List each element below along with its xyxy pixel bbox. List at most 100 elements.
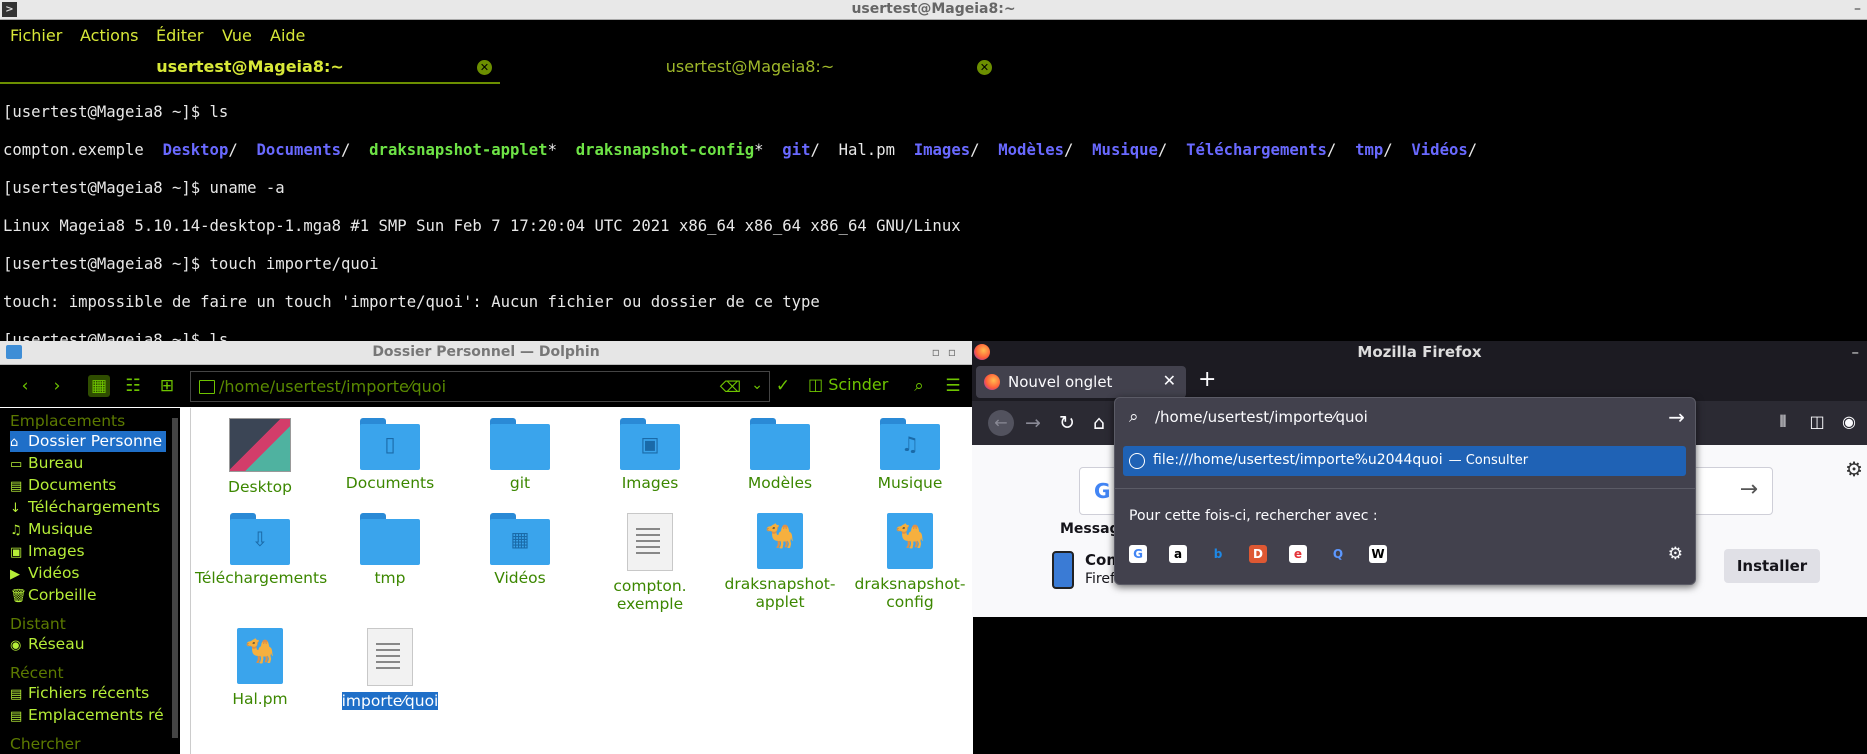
hamburger-menu-icon[interactable]: ☰ [942, 375, 964, 397]
url-suggestion[interactable]: file:///home/usertest/importe%u2044quoi —… [1123, 446, 1686, 476]
file-name: Documents [345, 474, 435, 492]
terminal-line: touch: impossible de faire un touch 'imp… [3, 293, 820, 311]
install-button[interactable]: Installer [1724, 549, 1820, 583]
sidebar-section-label: Emplacements [10, 412, 126, 430]
divider [1115, 488, 1695, 489]
url-input[interactable]: ⌕ /home/usertest/importe⁄quoi → [1115, 398, 1695, 438]
google-engine-icon[interactable]: G [1129, 545, 1147, 563]
terminal-menu-icon[interactable]: > [2, 2, 17, 17]
file-item[interactable]: ▣ Images [585, 418, 715, 492]
file-item[interactable]: git [455, 418, 585, 492]
split-icon: ◫ [808, 375, 824, 394]
qwant-engine-icon[interactable]: Q [1329, 545, 1347, 563]
ebay-engine-icon[interactable]: e [1289, 545, 1307, 563]
sidebar-item[interactable]: ▤ Emplacements ré [10, 705, 166, 726]
sidebar-item[interactable]: ▶ Vidéos [10, 563, 166, 584]
sidebar-item[interactable]: ▤ Fichiers récents [10, 683, 166, 704]
account-icon[interactable]: ◉ [1838, 412, 1860, 431]
search-go-icon[interactable]: → [1740, 477, 1758, 502]
go-arrow-icon[interactable]: → [1668, 405, 1685, 429]
forward-icon[interactable]: › [46, 375, 68, 397]
sidebar-item[interactable]: ↓ Téléchargements [10, 497, 166, 518]
file-item[interactable]: tmp [325, 513, 455, 587]
folder-icon: ⇩ [230, 513, 290, 565]
folder-icon [490, 418, 550, 470]
folder-icon: ▣ [620, 418, 680, 470]
minimize-icon[interactable]: – [1854, 0, 1861, 19]
file-item[interactable]: ⇩ Téléchargements [195, 513, 328, 587]
file-item[interactable]: compton. exemple [585, 513, 715, 613]
new-tab-plus-icon[interactable]: + [1198, 367, 1216, 392]
ls-entry: git [782, 141, 811, 159]
sidebar-icon[interactable]: ◫ [1806, 412, 1828, 431]
search-icon[interactable]: ⌕ [908, 375, 930, 397]
terminal-tab-2[interactable]: usertest@Mageia8:~ ✕ [500, 52, 1000, 82]
ls-entry: compton.exemple [3, 141, 144, 159]
menu-aide[interactable]: Aide [270, 26, 305, 45]
sidebar-item[interactable]: ▭ Bureau [10, 453, 166, 474]
sidebar-item[interactable]: ◉ Réseau [10, 634, 166, 655]
file-item[interactable]: 🐪 draksnapshot- config [845, 513, 975, 611]
page-settings-gear-icon[interactable]: ⚙ [1845, 457, 1863, 481]
window-controls[interactable]: ▫▫ [932, 341, 964, 364]
sidebar-item[interactable]: 🗑Corbeille [10, 585, 166, 606]
file-view[interactable]: Desktop ▯ Documents git ▣ Images Modèles ♫ Musiq… [190, 408, 973, 754]
back-icon[interactable]: ← [988, 410, 1014, 436]
file-item[interactable]: ♫ Musique [845, 418, 975, 492]
file-item[interactable]: Desktop [195, 418, 325, 496]
tab-label: Nouvel onglet [1008, 373, 1113, 391]
file-name: Desktop [228, 478, 292, 496]
split-button[interactable]: ◫ Scinder [808, 375, 888, 394]
sidebar-item-icon: ▣ [10, 545, 23, 560]
sidebar-item[interactable]: ♫ Musique [10, 519, 166, 540]
file-item[interactable]: Modèles [715, 418, 845, 492]
sidebar-item[interactable]: ▣ Images [10, 541, 166, 562]
file-name: importe⁄quoi [341, 692, 439, 710]
file-name: Téléchargements [195, 569, 328, 587]
sidebar-item-label: Images [28, 542, 85, 560]
minimize-icon[interactable]: – [1852, 341, 1860, 363]
location-path: /home/usertest/importe⁄quoi [219, 377, 447, 396]
firefox-window-title: Mozilla Firefox [1357, 343, 1482, 361]
sidebar-scrollbar[interactable] [172, 418, 178, 738]
chevron-down-icon[interactable]: ⌄ [751, 377, 763, 393]
sidebar-item-icon: ▶ [10, 567, 20, 582]
close-tab-icon[interactable]: ✕ [1163, 371, 1176, 390]
file-item[interactable]: 🐪 draksnapshot- applet [715, 513, 845, 611]
menu-actions[interactable]: Actions [80, 26, 138, 45]
sidebar-item-label: Bureau [28, 454, 84, 472]
close-tab-icon[interactable]: ✕ [977, 60, 992, 75]
clear-location-icon[interactable]: ⌫ [720, 378, 741, 396]
menu-vue[interactable]: Vue [222, 26, 252, 45]
dolphin-titlebar: Dossier Personnel — Dolphin ▫▫ [0, 341, 972, 365]
library-icon[interactable]: ⫴ [1772, 412, 1794, 432]
compact-view-icon[interactable]: ☷ [122, 375, 144, 397]
close-tab-icon[interactable]: ✕ [477, 60, 492, 75]
sidebar-item[interactable]: ▤ Documents [10, 475, 166, 496]
file-item[interactable]: importe⁄quoi [325, 628, 455, 710]
search-settings-gear-icon[interactable]: ⚙ [1668, 544, 1683, 564]
wikipedia-engine-icon[interactable]: W [1369, 545, 1387, 563]
file-name: Hal.pm [232, 690, 288, 708]
sidebar-item-label: Téléchargements [28, 498, 161, 516]
menu-editer[interactable]: Éditer [156, 26, 203, 45]
tab-nouvel-onglet[interactable]: Nouvel onglet ✕ [976, 366, 1186, 398]
terminal-tab-1[interactable]: usertest@Mageia8:~ ✕ [0, 52, 500, 84]
menu-fichier[interactable]: Fichier [10, 26, 62, 45]
reload-icon[interactable]: ↻ [1056, 412, 1078, 434]
terminal-line: Linux Mageia8 5.10.14-desktop-1.mga8 #1 … [3, 217, 961, 235]
back-icon[interactable]: ‹ [14, 375, 36, 397]
file-item[interactable]: ▯ Documents [325, 418, 455, 492]
details-view-icon[interactable]: ⊞ [156, 375, 178, 397]
duckduckgo-engine-icon[interactable]: D [1249, 545, 1267, 563]
home-icon[interactable]: ⌂ [1088, 412, 1110, 434]
bing-engine-icon[interactable]: b [1209, 545, 1227, 563]
amazon-engine-icon[interactable]: a [1169, 545, 1187, 563]
file-item[interactable]: ▦ Vidéos [455, 513, 585, 587]
forward-icon[interactable]: → [1022, 412, 1044, 434]
confirm-check-icon[interactable]: ✓ [772, 375, 794, 397]
icons-view-icon[interactable]: ▦ [88, 375, 110, 397]
location-bar[interactable]: /home/usertest/importe⁄quoi ⌫ ⌄ [190, 371, 770, 402]
sidebar-item[interactable]: ⌂ Dossier Personne [10, 431, 166, 452]
file-item[interactable]: 🐪 Hal.pm [195, 628, 325, 708]
